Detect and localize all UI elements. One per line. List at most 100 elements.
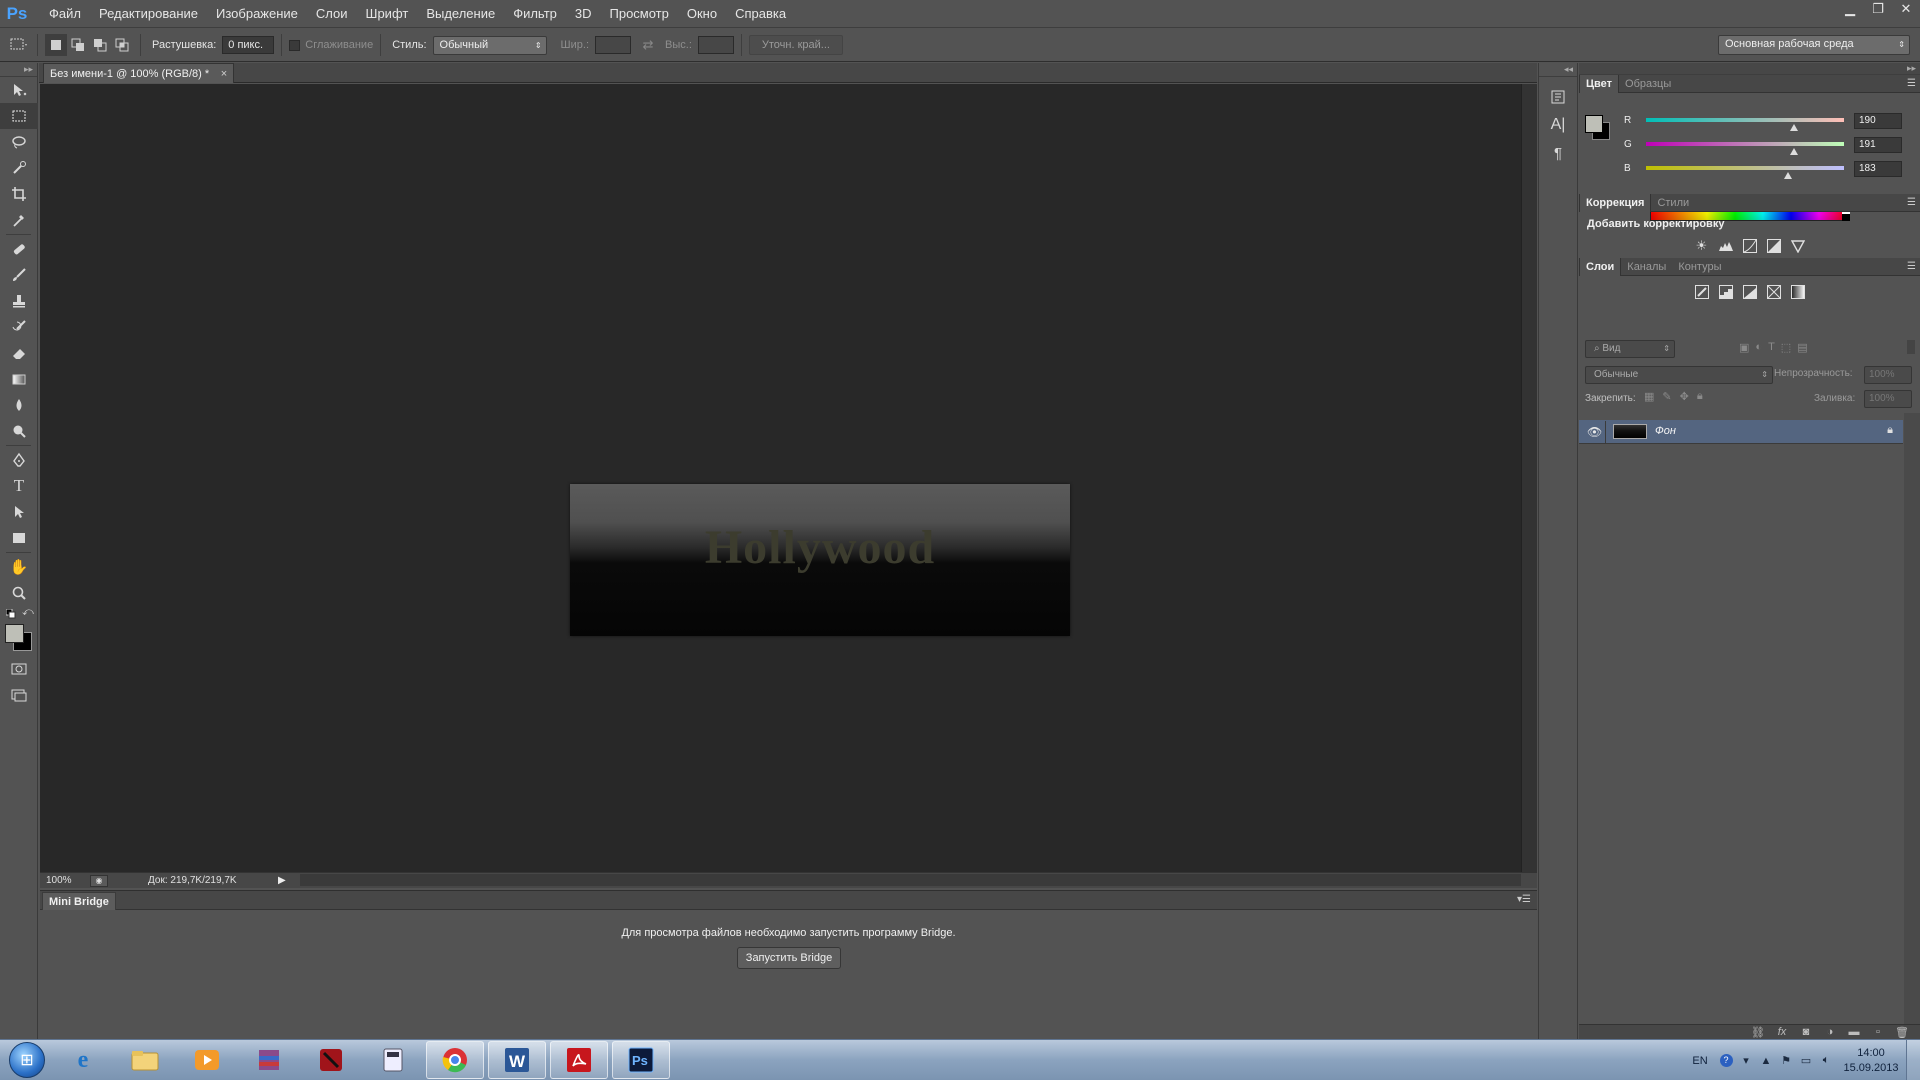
add-layer-mask-icon[interactable]: ◙ [1794,1026,1818,1038]
lasso-tool-icon[interactable] [0,129,38,155]
calculator-icon[interactable] [364,1041,422,1079]
subtract-from-selection-icon[interactable] [89,34,111,56]
zoom-tool-icon[interactable] [0,580,38,606]
rectangle-tool-icon[interactable] [0,525,38,551]
horizontal-scrollbar[interactable] [300,874,1521,886]
delete-layer-trash-icon[interactable]: 🗑︎ [1890,1026,1914,1039]
new-layer-icon[interactable]: ▫ [1866,1026,1890,1038]
selective-color-icon[interactable] [1764,283,1784,301]
expand-panels-icon[interactable]: ◂◂ [1539,63,1577,77]
mini-bridge-tab[interactable]: Mini Bridge [42,892,116,910]
red-slider-track[interactable] [1646,118,1844,122]
gradient-tool-icon[interactable] [0,366,38,392]
document-image[interactable]: Hollywood [570,484,1070,636]
type-tool-icon[interactable]: T [0,473,38,499]
workspace-select[interactable]: Основная рабочая среда ⇕ [1718,35,1910,55]
blue-slider-track[interactable] [1646,166,1844,170]
word-icon[interactable]: W [488,1041,546,1079]
tab-layers[interactable]: Слои [1579,258,1622,276]
default-colors-icon[interactable] [6,609,16,619]
input-options-icon[interactable]: ▾ [1736,1054,1756,1067]
tab-color[interactable]: Цвет [1579,75,1620,93]
filter-toggle-switch[interactable] [1907,340,1915,354]
eye-visibility-icon[interactable]: 👁︎ [1587,425,1602,439]
green-slider-thumb[interactable] [1790,148,1799,155]
panel-menu-icon[interactable]: ☰ [1907,78,1916,89]
action-center-flag-icon[interactable]: ⚑ [1776,1054,1796,1067]
tab-adjustments[interactable]: Коррекция [1579,194,1652,212]
link-layers-icon[interactable]: ⛓ [1746,1026,1770,1039]
menu-image[interactable]: Изображение [207,0,307,28]
blend-mode-select[interactable]: Обычные ⇕ [1585,366,1773,384]
menu-edit[interactable]: Редактирование [90,0,207,28]
menu-filter[interactable]: Фильтр [504,0,566,28]
lock-all-icon[interactable]: 🔒︎ [1697,390,1703,403]
volume-icon[interactable]: 🔈︎ [1816,1054,1836,1067]
intersect-selection-icon[interactable] [111,34,133,56]
clock[interactable]: 14:00 15.09.2013 [1836,1046,1906,1076]
collapse-toolbar-icon[interactable]: ▸▸ [0,63,37,77]
collapse-right-panels-icon[interactable]: ▸▸ [1579,63,1920,75]
gradient-map-icon[interactable] [1788,283,1808,301]
history-panel-icon[interactable] [1539,83,1577,111]
tab-styles[interactable]: Стили [1651,194,1695,212]
close-icon[interactable]: ✕ [1892,0,1920,18]
lock-image-pixels-icon[interactable]: ✎ [1662,390,1671,403]
vibrance-icon[interactable] [1788,237,1808,255]
swap-colors-icon[interactable]: ⤺ [22,606,34,619]
start-button[interactable]: ⊞ [0,1040,54,1080]
layers-scrollbar[interactable] [1904,413,1920,1024]
marquee-tool-preset-icon[interactable] [8,34,30,56]
red-slider-thumb[interactable] [1789,124,1798,131]
dodge-tool-icon[interactable] [0,418,38,444]
menu-help[interactable]: Справка [726,0,795,28]
panel-menu-icon[interactable]: ☰ [1907,261,1916,272]
feather-input[interactable]: 0 пикс. [222,36,275,54]
opacity-input[interactable]: 100% [1864,366,1912,384]
winrar-icon[interactable] [240,1041,298,1079]
filter-pixel-layers-icon[interactable]: ▣ [1739,341,1749,354]
photoshop-icon[interactable]: Ps [612,1041,670,1079]
eraser-tool-icon[interactable] [0,340,38,366]
show-desktop-button[interactable] [1906,1040,1920,1080]
brightness-contrast-icon[interactable]: ☀ [1692,237,1712,255]
antialias-checkbox[interactable] [289,39,301,51]
tab-swatches[interactable]: Образцы [1619,75,1677,93]
new-group-folder-icon[interactable]: ▬ [1842,1026,1866,1038]
menu-view[interactable]: Просмотр [601,0,678,28]
layer-lock-icon[interactable]: 🔒︎ [1887,424,1893,437]
swap-width-height-icon[interactable]: ⇄ [637,34,659,56]
chrome-icon[interactable] [426,1041,484,1079]
brush-tool-icon[interactable] [0,262,38,288]
history-brush-tool-icon[interactable] [0,314,38,340]
close-document-icon[interactable]: × [221,64,227,84]
status-export-icon[interactable]: ◉ [90,874,108,887]
height-input[interactable] [697,36,734,54]
new-selection-icon[interactable] [45,34,67,56]
paragraph-panel-icon[interactable]: ¶ [1539,139,1577,167]
width-input[interactable] [595,36,632,54]
blur-tool-icon[interactable] [0,392,38,418]
levels-icon[interactable] [1716,237,1736,255]
layer-filter-kind-select[interactable]: ⌕ Вид ⇕ [1585,340,1675,358]
lock-transparent-pixels-icon[interactable]: ▦ [1644,390,1654,403]
eyedropper-tool-icon[interactable] [0,207,38,233]
filter-shape-layers-icon[interactable]: ⬚ [1781,341,1791,354]
menu-layers[interactable]: Слои [307,0,357,28]
pen-tool-icon[interactable] [0,447,38,473]
hand-tool-icon[interactable]: ✋ [0,554,38,580]
layer-row[interactable]: 👁︎ Фон 🔒︎ [1579,420,1903,444]
healing-brush-tool-icon[interactable] [0,236,38,262]
invert-icon[interactable] [1692,283,1712,301]
lock-position-icon[interactable]: ✥ [1680,390,1689,403]
vertical-scrollbar[interactable] [1521,84,1537,872]
help-icon[interactable]: ? [1716,1054,1736,1067]
green-slider-track[interactable] [1646,142,1844,146]
new-adjustment-layer-icon[interactable]: ◑ [1818,1026,1842,1038]
fill-input[interactable]: 100% [1864,390,1912,408]
rectangular-marquee-tool-icon[interactable] [0,103,38,129]
foreground-color-swatch[interactable] [5,624,24,643]
panel-menu-icon[interactable]: ▾☰ [1517,894,1531,905]
canvas-area[interactable]: Hollywood [40,84,1521,872]
exposure-icon[interactable] [1764,237,1784,255]
